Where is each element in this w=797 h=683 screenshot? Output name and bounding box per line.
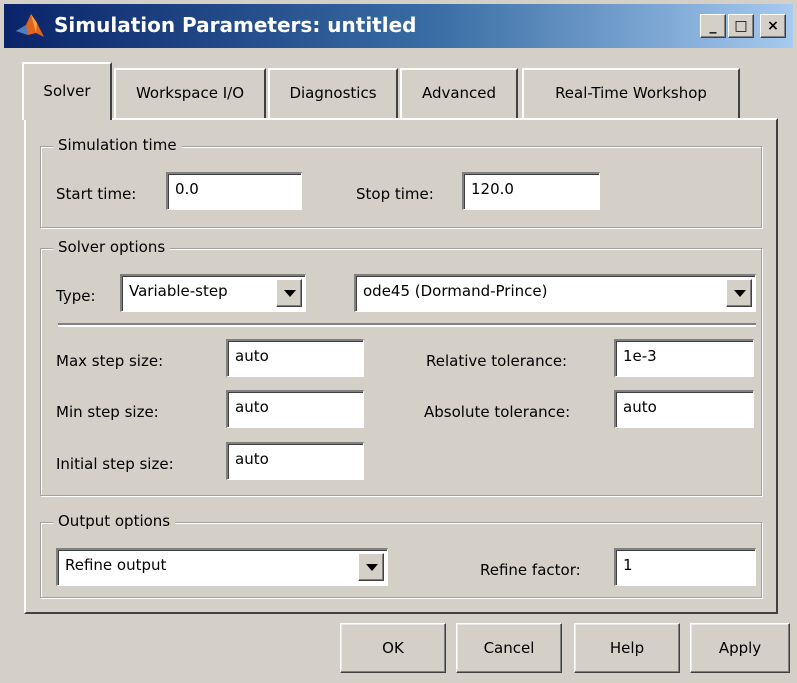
chevron-down-icon[interactable] (276, 279, 302, 307)
tab-label: Workspace I/O (135, 84, 245, 102)
refine-factor-label: Refine factor: (480, 561, 581, 579)
separator (58, 323, 756, 327)
minimize-button[interactable]: _ (700, 14, 726, 38)
dropdown-value: Refine output (65, 556, 167, 574)
max-step-size-label: Max step size: (56, 352, 164, 370)
tab-label: Diagnostics (289, 84, 377, 102)
tab-label: Advanced (421, 84, 497, 102)
initial-step-size-label: Initial step size: (56, 455, 174, 473)
relative-tolerance-label: Relative tolerance: (426, 352, 568, 370)
chevron-down-icon[interactable] (726, 279, 752, 307)
absolute-tolerance-field[interactable]: auto (614, 390, 754, 428)
group-title: Solver options (53, 238, 171, 256)
start-time-field[interactable]: 0.0 (166, 172, 302, 210)
refine-factor-field[interactable]: 1 (614, 548, 756, 586)
absolute-tolerance-label: Absolute tolerance: (424, 403, 571, 421)
close-icon: × (767, 18, 779, 34)
type-label: Type: (56, 287, 96, 305)
tab-label: Real-Time Workshop (555, 84, 707, 102)
group-title: Simulation time (53, 136, 182, 154)
help-button[interactable]: Help (574, 623, 680, 673)
minimize-icon: _ (709, 18, 717, 34)
min-step-size-field[interactable]: auto (226, 390, 364, 428)
tab-diagnostics[interactable]: Diagnostics (268, 68, 398, 118)
matlab-logo-icon (14, 11, 46, 41)
max-step-size-field[interactable]: auto (226, 339, 364, 377)
stop-time-label: Stop time: (356, 185, 434, 203)
start-time-label: Start time: (56, 185, 137, 203)
dropdown-value: Variable-step (129, 282, 228, 300)
ok-button[interactable]: OK (340, 623, 446, 673)
apply-button[interactable]: Apply (690, 623, 790, 673)
initial-step-size-field[interactable]: auto (226, 442, 364, 480)
tab-workspace-io[interactable]: Workspace I/O (114, 68, 266, 118)
dropdown-value: ode45 (Dormand-Prince) (363, 282, 548, 300)
solver-method-dropdown[interactable]: ode45 (Dormand-Prince) (354, 274, 756, 312)
output-options-dropdown[interactable]: Refine output (56, 548, 388, 586)
tab-solver[interactable]: Solver (22, 62, 112, 120)
solver-type-dropdown[interactable]: Variable-step (120, 274, 306, 312)
tab-advanced[interactable]: Advanced (400, 68, 518, 118)
maximize-icon: □ (734, 18, 748, 34)
title-bar[interactable]: Simulation Parameters: untitled _ □ × (4, 4, 793, 48)
maximize-button[interactable]: □ (728, 14, 754, 38)
close-button[interactable]: × (760, 14, 786, 38)
chevron-down-icon[interactable] (358, 553, 384, 581)
relative-tolerance-field[interactable]: 1e-3 (614, 339, 754, 377)
dialog-window: Simulation Parameters: untitled _ □ × So… (0, 0, 797, 683)
tab-label: Solver (43, 82, 91, 100)
min-step-size-label: Min step size: (56, 403, 159, 421)
window-title: Simulation Parameters: untitled (54, 13, 417, 37)
stop-time-field[interactable]: 120.0 (462, 172, 600, 210)
cancel-button[interactable]: Cancel (456, 623, 562, 673)
group-title: Output options (53, 512, 176, 530)
tab-real-time-workshop[interactable]: Real-Time Workshop (522, 68, 740, 118)
